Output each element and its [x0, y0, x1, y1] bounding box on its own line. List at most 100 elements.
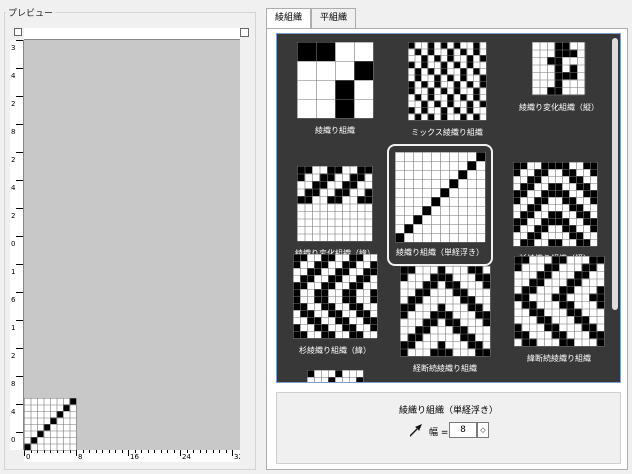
pattern-cell	[566, 278, 574, 286]
weave-item[interactable]: 綾織り組織（単経浮き）	[387, 144, 493, 266]
pattern-cell	[566, 338, 574, 346]
pattern-cell	[414, 113, 421, 120]
ruler-label: 2	[11, 100, 16, 108]
weave-item-label: 経断続綾織り組織	[413, 364, 477, 373]
pattern-cell	[24, 443, 31, 450]
pattern-cell	[521, 286, 529, 294]
pattern-cell	[427, 113, 434, 120]
weave-item[interactable]: 綾織り変化組織（緯）	[285, 166, 385, 259]
preview-canvas[interactable]	[24, 40, 240, 450]
pattern-cell	[407, 107, 414, 114]
pattern-cell	[589, 225, 597, 232]
pattern-cell	[562, 72, 570, 80]
pattern-cell	[429, 281, 437, 289]
weave-item-partial[interactable]	[285, 370, 385, 382]
pattern-cell	[519, 239, 527, 246]
pattern-cell	[292, 282, 300, 289]
weave-item[interactable]: 杉綾織り組織（緯）	[285, 254, 385, 356]
pattern-cell	[399, 348, 407, 356]
pattern-cell	[482, 318, 490, 326]
tab-bar: 綾組織 平組織	[266, 8, 357, 29]
tab-plain[interactable]: 平組織	[311, 8, 357, 28]
pattern-cell	[334, 317, 342, 324]
ruler-label: 0	[11, 436, 16, 444]
pattern-cell	[459, 113, 466, 120]
pattern-cell	[437, 273, 445, 281]
pattern-cell	[528, 301, 536, 309]
pattern-cell	[444, 273, 452, 281]
pattern-cell	[467, 303, 475, 311]
pattern-cell	[446, 74, 453, 81]
pattern-cell	[348, 331, 356, 338]
pattern-cell	[526, 183, 534, 190]
pattern-cell	[536, 308, 544, 316]
pattern-cell	[581, 323, 589, 331]
pattern-cell	[589, 169, 597, 176]
pattern-cell	[467, 266, 475, 274]
ruler-label: 6	[11, 296, 16, 304]
weave-item[interactable]: 経断続綾織り組織	[395, 266, 495, 374]
pattern-cell	[459, 74, 466, 81]
pattern-cell	[353, 61, 373, 80]
pattern-cell	[348, 296, 356, 303]
pattern-cell	[414, 333, 422, 341]
weave-item[interactable]: 綾織り組織	[285, 42, 385, 136]
weave-item-label: 綾織り組織	[315, 126, 355, 135]
pattern-cell	[519, 190, 527, 197]
ruler-minor-tick	[193, 450, 194, 453]
ruler-minor-tick	[173, 450, 175, 453]
pattern-cell	[414, 326, 422, 334]
width-input[interactable]: 8	[449, 422, 477, 438]
pattern-cell	[547, 87, 555, 95]
pattern-cell	[50, 417, 57, 424]
ruler-label: 3	[11, 44, 16, 52]
pattern-cell	[472, 42, 479, 49]
pattern-cell	[355, 303, 363, 310]
ruler-minor-tick	[102, 450, 103, 453]
pattern-cell	[513, 263, 521, 271]
pattern-cell	[566, 301, 574, 309]
pattern-cell	[528, 308, 536, 316]
ruler-label: 0	[11, 240, 16, 248]
ruler-tick	[16, 180, 23, 181]
weave-pattern-icon	[297, 166, 373, 242]
pattern-cell	[299, 303, 307, 310]
ruler-minor-tick	[219, 450, 220, 453]
weave-item-label: 綾織り組織（単経浮き）	[396, 248, 484, 257]
pattern-cell	[355, 310, 363, 317]
pattern-cell	[533, 197, 541, 204]
pattern-cell	[551, 293, 559, 301]
ruler-minor-tick	[212, 450, 214, 453]
pattern-cell	[304, 188, 312, 196]
pattern-cell	[569, 49, 578, 57]
scroll-thumb[interactable]	[612, 38, 618, 310]
weave-item[interactable]: ミックス綾織り組織	[397, 42, 497, 138]
pattern-cell	[562, 42, 570, 50]
weave-item[interactable]: 綾織り変化組織（縦）	[509, 42, 609, 113]
ruler-label: 1	[11, 324, 16, 332]
pattern-cell	[304, 196, 312, 204]
weave-item[interactable]: 緯断続綾織り組織	[509, 256, 609, 364]
pattern-cell	[313, 296, 321, 303]
pattern-cell	[440, 107, 447, 114]
pattern-cell	[568, 204, 576, 211]
pattern-cell	[437, 311, 445, 319]
pattern-cell	[355, 275, 363, 282]
selection-info-panel: 綾織り組織（単経浮き） 幅 = 8 ◇	[276, 392, 621, 464]
pattern-cell	[547, 57, 555, 65]
weave-gallery[interactable]: 綾織り組織 ミックス綾織り組織 綾織り変化組織（縦） 綾織り変化組織（緯） 綾織り組織（…	[276, 33, 621, 383]
pattern-cell	[479, 74, 486, 81]
pattern-cell	[362, 268, 370, 275]
ruler-label: 4	[11, 72, 16, 80]
pattern-cell	[589, 218, 597, 225]
gallery-scrollbar[interactable]	[612, 36, 618, 380]
pattern-cell	[467, 296, 475, 304]
pattern-cell	[558, 293, 566, 301]
tab-twill[interactable]: 綾組織	[266, 8, 312, 29]
pattern-cell	[304, 166, 312, 174]
weave-item[interactable]: 杉綾織り組織（経）	[505, 162, 605, 264]
pattern-cell	[355, 282, 363, 289]
pattern-cell	[297, 196, 305, 204]
pattern-cell	[364, 166, 372, 174]
width-spinner[interactable]: ◇	[477, 422, 489, 438]
